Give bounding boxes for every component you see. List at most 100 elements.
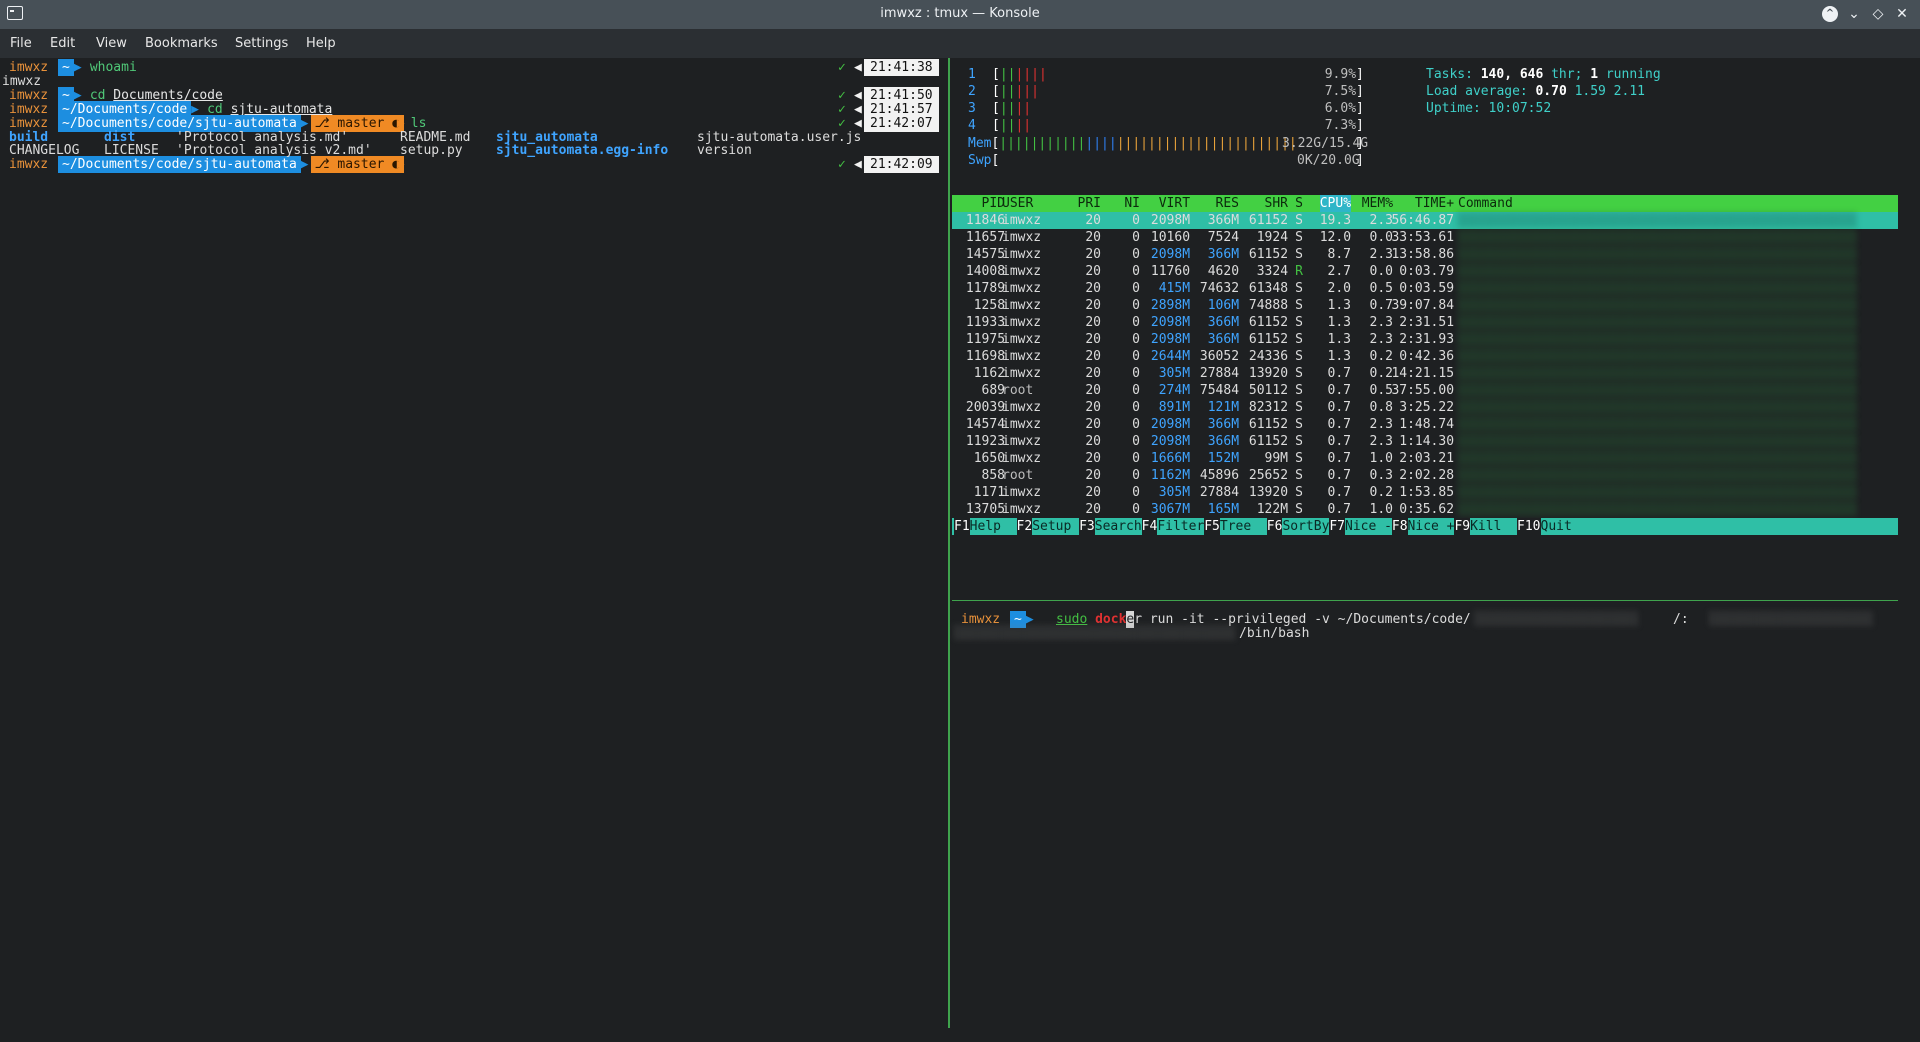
process-cell: imwxz bbox=[1002, 451, 1042, 466]
process-cell: 20039 bbox=[965, 400, 1006, 415]
column-header[interactable]: SHR bbox=[1265, 195, 1288, 212]
process-command-redacted: ░░░░░░░░░░░░░░░░░░░░░░░░░░░░░░░░░░░░░░░░… bbox=[1458, 230, 1858, 245]
mem-bar: |||||||||||||||||||||||||||||||||||||| bbox=[999, 136, 1297, 151]
function-key-nice--button[interactable]: Nice - bbox=[1345, 518, 1392, 535]
maximize-icon[interactable]: ◇ bbox=[1866, 4, 1890, 24]
process-cell: 20 bbox=[1085, 451, 1102, 466]
process-row[interactable]: 11846 imwxz 20 0 2098M 366M 61152 S 19.3 2.3 56:46… bbox=[952, 212, 1898, 229]
process-row[interactable]: 1258 imwxz 20 0 2898M 106M 74888 S 1.3 0.7 39:07.8… bbox=[952, 297, 1900, 314]
process-cell: 1162M bbox=[1150, 468, 1191, 483]
left-pane[interactable]: imwxz ~ ▶ whoami ✓ ◀ 21:41:38 imwxz ~ ▶ cd Document… bbox=[0, 58, 947, 1042]
process-cell: 20 bbox=[1085, 213, 1102, 228]
close-icon[interactable]: ✕ bbox=[1890, 4, 1914, 24]
process-row[interactable]: 14008 imwxz 20 0 11760 4620 3324 R 2.7 0.0 0:03.79… bbox=[952, 263, 1900, 280]
column-header[interactable]: PRI bbox=[1078, 195, 1101, 212]
process-cell: 0 bbox=[1132, 366, 1140, 381]
process-cell: 366M bbox=[1207, 417, 1240, 432]
docker-pane[interactable]: imwxz ~ ▶ sudo dock e r run -it --privileged -… bbox=[952, 611, 1900, 1031]
horizontal-split-divider[interactable] bbox=[952, 600, 1898, 601]
function-key-quit-button[interactable]: Quit bbox=[1540, 518, 1572, 535]
function-key-kill-button[interactable]: Kill bbox=[1470, 518, 1518, 535]
process-table-header: PID USER PRI NI VIRT RES SHR S CPU% MEM% TIME+ Comm… bbox=[952, 195, 1898, 212]
window-titlebar[interactable]: imwxz : tmux — Konsole ^ ⌄ ◇ ✕ bbox=[0, 0, 1920, 29]
terminal-area[interactable]: imwxz ~ ▶ whoami ✓ ◀ 21:41:38 imwxz ~ ▶ cd Document… bbox=[0, 58, 1920, 1042]
process-cell: 2898M bbox=[1150, 298, 1191, 313]
process-cell: 20 bbox=[1085, 281, 1102, 296]
process-row[interactable]: 13705 imwxz 20 0 3067M 165M 122M S 0.7 1.0 0:35.62… bbox=[952, 501, 1900, 518]
function-key-sortby-button[interactable]: SortBy bbox=[1282, 518, 1330, 535]
process-cell: 165M bbox=[1207, 502, 1240, 517]
process-row[interactable]: 1171 imwxz 20 0 305M 27884 13920 S 0.7 0.2 1:53.85… bbox=[952, 484, 1900, 501]
process-row[interactable]: 689 root 20 0 274M 75484 50112 S 0.7 0.5 37:55.00 ░… bbox=[952, 382, 1900, 399]
function-key-setup-button[interactable]: Setup bbox=[1032, 518, 1080, 535]
process-row[interactable]: 14574 imwxz 20 0 2098M 366M 61152 S 0.7 2.3 1:48.7… bbox=[952, 416, 1900, 433]
cpu-number: 4 bbox=[968, 118, 976, 133]
process-row[interactable]: 11789 imwxz 20 0 415M 74632 61348 S 2.0 0.5 0:03.5… bbox=[952, 280, 1900, 297]
process-row[interactable]: 1162 imwxz 20 0 305M 27884 13920 S 0.7 0.2 14:21.1… bbox=[952, 365, 1900, 382]
menu-view[interactable]: View bbox=[96, 36, 127, 51]
process-cell: imwxz bbox=[1002, 400, 1042, 415]
process-row[interactable]: 11923 imwxz 20 0 2098M 366M 61152 S 0.7 2.3 1:14.3… bbox=[952, 433, 1900, 450]
column-header[interactable]: S bbox=[1295, 195, 1303, 212]
process-cell: 2.3 bbox=[1369, 247, 1394, 262]
process-command-redacted: ░░░░░░░░░░░░░░░░░░░░░░░░░░░░░░░░░░░░░░░░… bbox=[1458, 264, 1858, 279]
menu-edit[interactable]: Edit bbox=[50, 36, 75, 51]
function-key-help-button[interactable]: Help bbox=[969, 518, 1017, 535]
process-row[interactable]: 11657 imwxz 20 0 10160 7524 1924 S 12.0 0.0 33:53.… bbox=[952, 229, 1900, 246]
process-row[interactable]: 11698 imwxz 20 0 2644M 36052 24336 S 1.3 0.2 0:42.… bbox=[952, 348, 1900, 365]
function-key-nice--button[interactable]: Nice + bbox=[1407, 518, 1455, 535]
process-cell: S bbox=[1295, 451, 1303, 466]
process-cell: 61152 bbox=[1248, 332, 1289, 347]
process-cell: 27884 bbox=[1199, 485, 1240, 500]
column-header[interactable]: NI bbox=[1124, 195, 1140, 212]
menu-help[interactable]: Help bbox=[306, 36, 336, 51]
vertical-split-divider[interactable] bbox=[948, 58, 950, 1028]
column-header[interactable]: VIRT bbox=[1159, 195, 1190, 212]
menu-file[interactable]: File bbox=[10, 36, 32, 51]
process-command-redacted: ░░░░░░░░░░░░░░░░░░░░░░░░░░░░░░░░░░░░░░░░… bbox=[1458, 247, 1858, 262]
process-command-redacted: ░░░░░░░░░░░░░░░░░░░░░░░░░░░░░░░░░░░░░░░░… bbox=[1458, 417, 1858, 432]
process-cell: 0.5 bbox=[1369, 281, 1394, 296]
process-row[interactable]: 11933 imwxz 20 0 2098M 366M 61152 S 1.3 2.3 2:31.5… bbox=[952, 314, 1900, 331]
function-key-search-button[interactable]: Search bbox=[1094, 518, 1142, 535]
process-cell: 13920 bbox=[1248, 366, 1289, 381]
tasks-count: 140, bbox=[1480, 67, 1513, 82]
column-header[interactable]: Command bbox=[1458, 195, 1513, 212]
column-header[interactable]: MEM% bbox=[1362, 195, 1393, 212]
column-header[interactable]: TIME+ bbox=[1415, 195, 1454, 212]
process-cell: S bbox=[1295, 485, 1303, 500]
process-cell: 2.3 bbox=[1369, 213, 1394, 228]
function-key: F5 bbox=[1204, 518, 1220, 535]
branch-icon: ⎇ bbox=[314, 157, 338, 172]
process-cell: 0.7 bbox=[1327, 485, 1352, 500]
meter-bracket: [ bbox=[991, 136, 1000, 151]
process-cell: 121M bbox=[1207, 400, 1240, 415]
function-key-filter-button[interactable]: Filter bbox=[1157, 518, 1205, 535]
process-row[interactable]: 1650 imwxz 20 0 1666M 152M 99M S 0.7 1.0 2:03.21 ░░… bbox=[952, 450, 1900, 467]
column-header[interactable]: RES bbox=[1216, 195, 1239, 212]
ls-entry: LICENSE bbox=[104, 143, 159, 158]
process-row[interactable]: 14575 imwxz 20 0 2098M 366M 61152 S 8.7 2.3 13:58.… bbox=[952, 246, 1900, 263]
process-cell: imwxz bbox=[1002, 298, 1042, 313]
function-key-tree-button[interactable]: Tree bbox=[1219, 518, 1267, 535]
cpu-percent: 7.3% bbox=[1324, 118, 1357, 133]
process-row[interactable]: 858 root 20 0 1162M 45896 25652 S 0.7 0.3 2:02.28 ░… bbox=[952, 467, 1900, 484]
minimize-icon[interactable]: ⌄ bbox=[1842, 4, 1866, 24]
menu-bookmarks[interactable]: Bookmarks bbox=[145, 36, 218, 51]
process-cell: 61152 bbox=[1248, 434, 1289, 449]
process-cell: 20 bbox=[1085, 247, 1102, 262]
process-cell: R bbox=[1295, 264, 1303, 279]
keep-above-icon[interactable]: ^ bbox=[1818, 4, 1842, 24]
process-cell: 2.3 bbox=[1369, 315, 1394, 330]
process-cell: 1:14.30 bbox=[1399, 434, 1455, 449]
column-header[interactable]: CPU% bbox=[1319, 195, 1352, 212]
function-key: F1 bbox=[954, 518, 970, 535]
process-cell: imwxz bbox=[1002, 366, 1042, 381]
process-command-redacted: ░░░░░░░░░░░░░░░░░░░░░░░░░░░░░░░░░░░░░░░░… bbox=[1458, 400, 1858, 415]
menu-settings[interactable]: Settings bbox=[235, 36, 288, 51]
function-key: F9 bbox=[1454, 518, 1471, 535]
process-row[interactable]: 11975 imwxz 20 0 2098M 366M 61152 S 1.3 2.3 2:31.9… bbox=[952, 331, 1900, 348]
process-row[interactable]: 20039 imwxz 20 0 891M 121M 82312 S 0.7 0.8 3:25.22… bbox=[952, 399, 1900, 416]
column-header[interactable]: USER bbox=[1002, 195, 1033, 212]
function-key: F8 bbox=[1391, 518, 1408, 535]
